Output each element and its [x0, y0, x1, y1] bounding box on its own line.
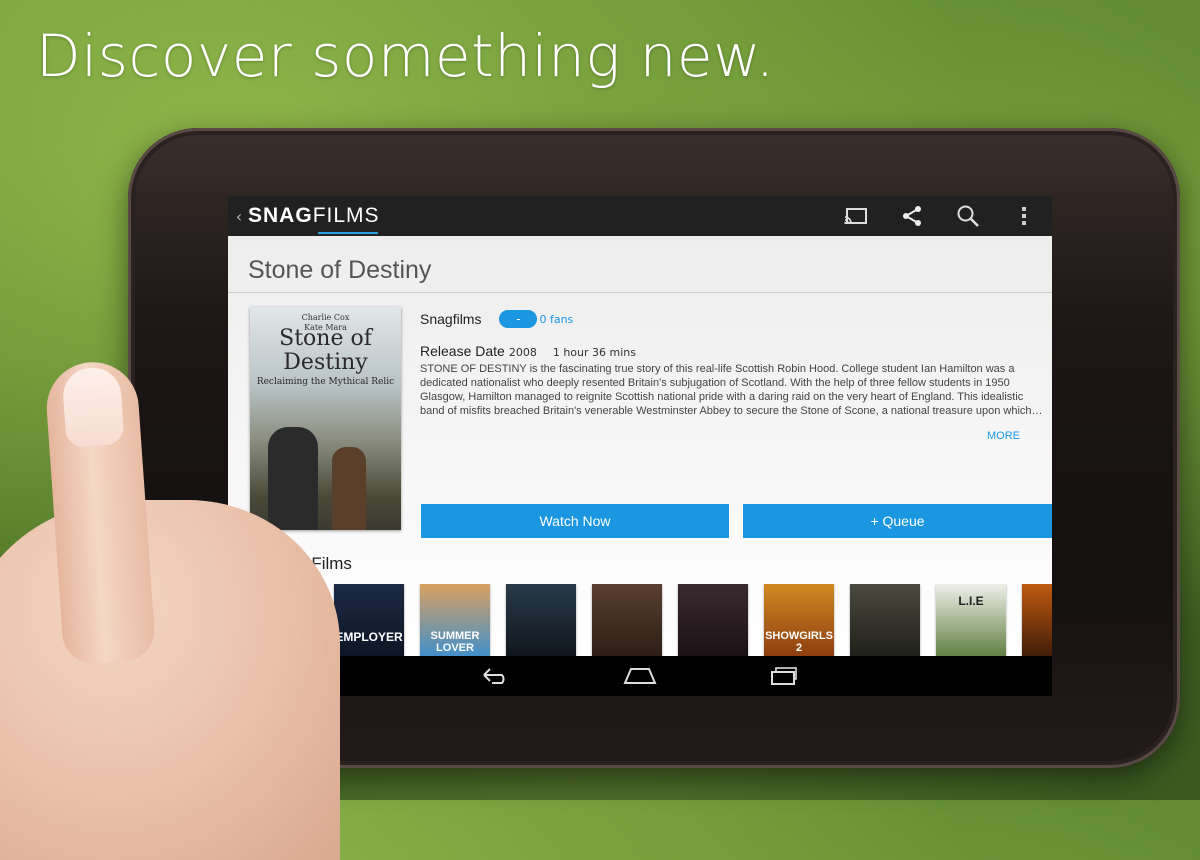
film-duration: 1 hour 36 mins — [552, 346, 636, 359]
hand-palm — [0, 500, 340, 860]
nav-back-icon[interactable] — [424, 656, 568, 696]
watch-now-button[interactable]: Watch Now — [421, 504, 729, 538]
related-film-thumb[interactable] — [1022, 584, 1052, 656]
nav-recents-icon[interactable] — [712, 656, 856, 696]
film-detail: Stone of Destiny Charlie Cox Kate Mara S… — [228, 236, 1052, 656]
logo-films-text: FILMS — [312, 204, 380, 227]
related-film-thumb[interactable]: L.I.E — [936, 584, 1006, 656]
thumbnail-nail — [61, 366, 125, 448]
search-icon[interactable] — [940, 196, 996, 236]
title-divider — [228, 292, 1052, 293]
action-bar-icons — [828, 196, 1052, 236]
film-title: Stone of Destiny — [248, 256, 432, 284]
system-nav-bar — [228, 656, 1052, 696]
film-poster[interactable]: Charlie Cox Kate Mara Stone of Destiny R… — [250, 307, 401, 530]
film-description: STONE OF DESTINY is the fascinating true… — [420, 363, 1032, 417]
headline: Discover something new. — [36, 22, 775, 90]
related-film-thumb[interactable]: EMPLOYER — [334, 584, 404, 656]
related-film-label: EMPLOYER — [335, 630, 403, 644]
poster-title: Stone of Destiny — [279, 326, 372, 375]
release-year: 2008 — [508, 346, 537, 359]
nav-home-icon[interactable] — [568, 656, 712, 696]
related-film-thumb[interactable]: SUMMER LOVER — [420, 584, 490, 656]
poster-tagline: Reclaiming the Mythical Relic — [256, 377, 395, 387]
film-meta: Snagfilms - 0 fans Release Date 2008 1 h… — [420, 307, 1050, 418]
cast-icon[interactable] — [828, 196, 884, 236]
logo-underline — [318, 232, 378, 234]
fan-count[interactable]: 0 fans — [539, 313, 573, 326]
app-logo[interactable]: SNAGFILMS — [248, 204, 380, 234]
related-film-thumb[interactable]: SHOWGIRLS 2 — [764, 584, 834, 656]
related-film-thumb[interactable] — [592, 584, 662, 656]
related-film-thumb[interactable] — [506, 584, 576, 656]
more-link[interactable]: MORE — [987, 430, 1020, 442]
tablet-screen: ‹ SNAGFILMS Stone of Destiny Charlie Cox… — [228, 196, 1052, 696]
poster-figure-man — [268, 427, 318, 530]
studio-name[interactable]: Snagfilms — [420, 311, 481, 327]
logo-snag-text: SNAG — [248, 204, 313, 227]
overflow-menu-icon[interactable] — [996, 196, 1052, 236]
related-film-thumb[interactable] — [850, 584, 920, 656]
fan-toggle-button[interactable]: - — [499, 310, 538, 328]
share-icon[interactable] — [884, 196, 940, 236]
related-film-label: SUMMER LOVER — [430, 630, 480, 654]
studio-row: Snagfilms - 0 fans — [420, 307, 1050, 331]
release-label: Release Date — [420, 343, 505, 359]
back-chevron-icon[interactable]: ‹ — [230, 207, 248, 226]
related-films-strip: ENDLESSEMPLOYERSUMMER LOVERSHOWGIRLS 2L.… — [248, 584, 1052, 656]
related-film-label: L.I.E — [958, 594, 984, 608]
action-bar: ‹ SNAGFILMS — [228, 196, 1052, 236]
poster-figure-woman — [332, 447, 366, 530]
release-row: Release Date 2008 1 hour 36 mins — [420, 343, 1050, 359]
add-to-queue-button[interactable]: + Queue — [743, 504, 1052, 538]
related-film-label: SHOWGIRLS 2 — [765, 630, 833, 654]
related-film-thumb[interactable] — [678, 584, 748, 656]
